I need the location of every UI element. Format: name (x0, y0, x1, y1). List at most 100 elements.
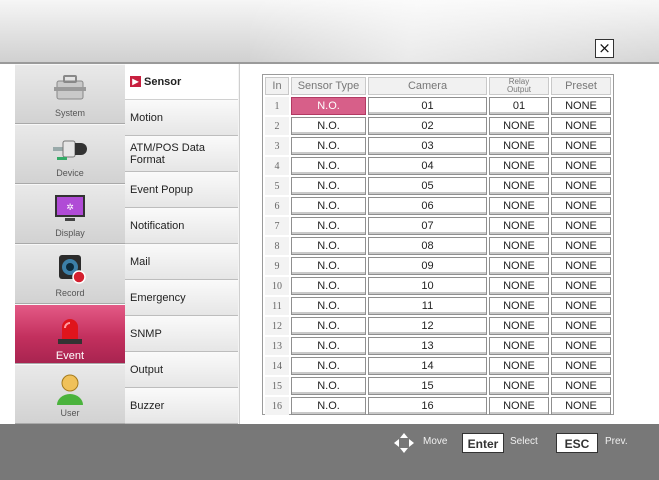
submenu-emergency[interactable]: Emergency (125, 280, 238, 316)
camera-cell[interactable]: 11 (368, 297, 487, 315)
preset-cell[interactable]: NONE (551, 137, 611, 155)
camera-cell[interactable]: 01 (368, 97, 487, 115)
preset-cell[interactable]: NONE (551, 177, 611, 195)
sensor-type-cell[interactable]: N.O. (291, 337, 366, 355)
camera-cell[interactable]: 04 (368, 157, 487, 175)
category-device[interactable]: Device (15, 124, 125, 184)
submenu-mail[interactable]: Mail (125, 244, 238, 280)
preset-cell[interactable]: NONE (551, 197, 611, 215)
col-header-preset: Preset (551, 77, 611, 95)
in-cell: 15 (265, 377, 289, 395)
relay-output-cell[interactable]: NONE (489, 377, 549, 395)
submenu-label: Notification (130, 219, 185, 232)
relay-output-cell[interactable]: NONE (489, 397, 549, 415)
table-row: 8 N.O. 08 NONE NONE (265, 237, 611, 255)
category-user[interactable]: User (15, 364, 125, 424)
submenu-output[interactable]: Output (125, 352, 238, 388)
table-row: 16 N.O. 16 NONE NONE (265, 397, 611, 415)
submenu-motion[interactable]: Motion (125, 100, 238, 136)
sensor-type-cell[interactable]: N.O. (291, 397, 366, 415)
sensor-type-cell[interactable]: N.O. (291, 277, 366, 295)
camera-cell[interactable]: 02 (368, 117, 487, 135)
relay-output-cell[interactable]: NONE (489, 277, 549, 295)
relay-output-cell[interactable]: NONE (489, 197, 549, 215)
relay-output-cell[interactable]: NONE (489, 337, 549, 355)
category-event[interactable]: Event (15, 304, 125, 364)
submenu-atm-pos-data-format[interactable]: ATM/POS Data Format (125, 136, 238, 172)
sensor-type-cell[interactable]: N.O. (291, 117, 366, 135)
sensor-type-cell[interactable]: N.O. (291, 357, 366, 375)
in-cell: 6 (265, 197, 289, 215)
sensor-type-cell[interactable]: N.O. (291, 217, 366, 235)
relay-output-cell[interactable]: NONE (489, 137, 549, 155)
relay-output-cell[interactable]: NONE (489, 237, 549, 255)
table-header-row: In Sensor Type Camera Relay Output Prese… (265, 77, 611, 95)
sensor-type-cell[interactable]: N.O. (291, 317, 366, 335)
camera-cell[interactable]: 12 (368, 317, 487, 335)
submenu-snmp[interactable]: SNMP (125, 316, 238, 352)
camera-cell[interactable]: 16 (368, 397, 487, 415)
preset-cell[interactable]: NONE (551, 257, 611, 275)
camera-cell[interactable]: 08 (368, 237, 487, 255)
sensor-table: In Sensor Type Camera Relay Output Prese… (263, 75, 613, 417)
relay-output-cell[interactable]: NONE (489, 117, 549, 135)
esc-key[interactable]: ESC (556, 433, 598, 453)
event-submenu: ▶ Sensor Motion ATM/POS Data Format Even… (125, 64, 240, 424)
close-button[interactable]: × (595, 39, 614, 58)
sensor-type-cell[interactable]: N.O. (291, 377, 366, 395)
relay-output-cell[interactable]: 01 (489, 97, 549, 115)
preset-cell[interactable]: NONE (551, 337, 611, 355)
category-label: Record (55, 288, 85, 298)
sensor-table-panel: In Sensor Type Camera Relay Output Prese… (262, 74, 614, 415)
col-header-camera: Camera (368, 77, 487, 95)
submenu-sensor[interactable]: ▶ Sensor (125, 64, 238, 100)
category-display[interactable]: ✲ Display (15, 184, 125, 244)
camera-cell[interactable]: 15 (368, 377, 487, 395)
preset-cell[interactable]: NONE (551, 297, 611, 315)
preset-cell[interactable]: NONE (551, 157, 611, 175)
camera-cell[interactable]: 10 (368, 277, 487, 295)
table-row: 12 N.O. 12 NONE NONE (265, 317, 611, 335)
preset-cell[interactable]: NONE (551, 397, 611, 415)
relay-output-cell[interactable]: NONE (489, 317, 549, 335)
camera-cell[interactable]: 13 (368, 337, 487, 355)
preset-cell[interactable]: NONE (551, 97, 611, 115)
preset-cell[interactable]: NONE (551, 377, 611, 395)
submenu-label-line1: ATM/POS Data (130, 141, 205, 154)
sensor-type-cell[interactable]: N.O. (291, 177, 366, 195)
camera-cell[interactable]: 05 (368, 177, 487, 195)
category-system[interactable]: System (15, 64, 125, 124)
submenu-label: Sensor (144, 75, 182, 88)
submenu-notification[interactable]: Notification (125, 208, 238, 244)
relay-output-cell[interactable]: NONE (489, 217, 549, 235)
sensor-type-cell[interactable]: N.O. (291, 157, 366, 175)
camera-cell[interactable]: 14 (368, 357, 487, 375)
camera-cell[interactable]: 07 (368, 217, 487, 235)
sensor-type-cell[interactable]: N.O. (291, 137, 366, 155)
in-cell: 5 (265, 177, 289, 195)
preset-cell[interactable]: NONE (551, 317, 611, 335)
submenu-buzzer[interactable]: Buzzer (125, 388, 238, 424)
preset-cell[interactable]: NONE (551, 217, 611, 235)
sensor-type-cell[interactable]: N.O. (291, 237, 366, 255)
preset-cell[interactable]: NONE (551, 357, 611, 375)
relay-output-cell[interactable]: NONE (489, 297, 549, 315)
camera-cell[interactable]: 09 (368, 257, 487, 275)
sensor-type-cell[interactable]: N.O. (291, 97, 366, 115)
preset-cell[interactable]: NONE (551, 117, 611, 135)
camera-cell[interactable]: 06 (368, 197, 487, 215)
chevron-right-icon: ▶ (130, 76, 141, 87)
submenu-event-popup[interactable]: Event Popup (125, 172, 238, 208)
relay-output-cell[interactable]: NONE (489, 157, 549, 175)
relay-output-cell[interactable]: NONE (489, 357, 549, 375)
relay-output-cell[interactable]: NONE (489, 257, 549, 275)
sensor-type-cell[interactable]: N.O. (291, 297, 366, 315)
sensor-type-cell[interactable]: N.O. (291, 197, 366, 215)
enter-key[interactable]: Enter (462, 433, 504, 453)
category-record[interactable]: Record (15, 244, 125, 304)
preset-cell[interactable]: NONE (551, 237, 611, 255)
preset-cell[interactable]: NONE (551, 277, 611, 295)
sensor-type-cell[interactable]: N.O. (291, 257, 366, 275)
relay-output-cell[interactable]: NONE (489, 177, 549, 195)
camera-cell[interactable]: 03 (368, 137, 487, 155)
